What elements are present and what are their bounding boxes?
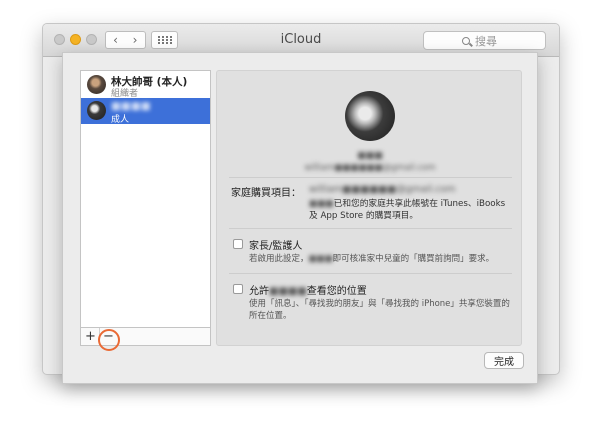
highlight-ring [98,329,120,351]
share-location-checkbox[interactable] [233,284,243,294]
member-name: ■■■■ [111,100,151,112]
parent-guardian-title: 家長/監護人 [249,241,303,252]
purchase-sharing-label: 家庭購買項目： [231,188,301,199]
divider [229,177,512,178]
purchase-desc-text: 已和您的家庭共享此帳號在 iTunes、iBooks 及 App Store 的… [309,199,506,221]
blurred-name: ■■■■ [269,286,307,297]
member-row-organizer[interactable]: 林大帥哥 (本人) 組織者 [81,72,210,99]
divider [229,228,512,229]
purchase-account-email: william■■■■■■@gmail.com [309,184,456,195]
search-icon [462,36,470,45]
share-location-title: 允許■■■■查看您的位置 [249,282,367,297]
family-member-list: 林大帥哥 (本人) 組織者 ■■■■ 成人 [80,70,211,328]
done-button[interactable]: 完成 [484,352,524,369]
blurred-name: ■■■ [308,254,333,264]
member-detail-panel: ■■■ william■■■■■■@gmail.com 家庭購買項目： will… [216,70,522,346]
parent-desc-pre: 若啟用此設定， [249,254,309,264]
member-role: 成人 [111,115,130,125]
member-row-selected[interactable]: ■■■■ 成人 [81,98,210,125]
plus-icon: + [85,329,96,344]
parent-guardian-description: 若啟用此設定，■■■即可核准家中兒童的「購買前詢問」要求。 [249,253,509,265]
share-location-description: 使用「訊息」、「尋找我的朋友」與「尋找我的 iPhone」共享您裝置的所在位置。 [249,299,510,321]
avatar [87,101,106,120]
divider [229,273,512,274]
location-title-pre: 允許 [249,286,269,297]
profile-email: william■■■■■■@gmail.com [304,163,436,173]
profile-photo [345,91,395,141]
profile-name: ■■■ [357,151,383,161]
search-field[interactable]: 搜尋 [423,31,546,50]
blurred-name: ■■■ [309,199,334,209]
family-sheet: 林大帥哥 (本人) 組織者 ■■■■ 成人 + − ■■■ william■■■… [62,52,538,384]
location-title-post: 查看您的位置 [306,286,367,297]
parent-desc-post: 即可核准家中兒童的「購買前詢問」要求。 [332,254,495,264]
avatar [87,75,106,94]
search-placeholder: 搜尋 [475,34,497,48]
purchase-sharing-description: ■■■已和您的家庭共享此帳號在 iTunes、iBooks 及 App Stor… [309,198,514,222]
parent-guardian-checkbox[interactable] [233,239,243,249]
